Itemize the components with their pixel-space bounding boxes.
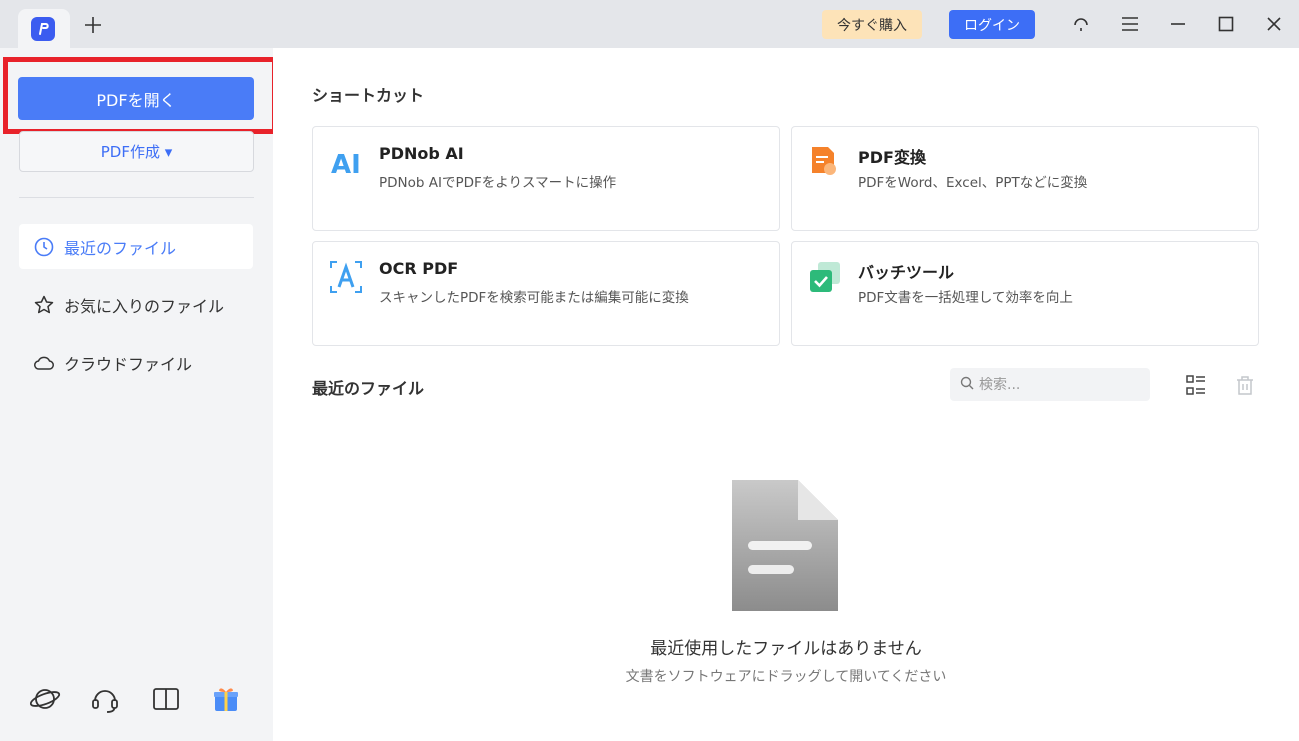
shortcut-card-batch[interactable]: バッチツール PDF文書を一括処理して効率を向上 [791, 241, 1259, 346]
app-logo-icon [31, 17, 55, 41]
main-panel: ショートカット AI PDNob AI PDNob AIでPDFをよりスマートに… [273, 48, 1299, 741]
shortcut-card-ai[interactable]: AI PDNob AI PDNob AIでPDFをよりスマートに操作 [312, 126, 780, 231]
maximize-icon[interactable] [1214, 12, 1238, 36]
sidebar-item-label: 最近のファイル [64, 238, 177, 258]
create-pdf-dropdown[interactable]: PDF作成 ▾ [19, 131, 254, 172]
trash-icon[interactable] [1234, 374, 1256, 396]
buy-now-button[interactable]: 今すぐ購入 [822, 10, 922, 39]
batch-icon [808, 260, 842, 294]
gift-icon[interactable] [209, 682, 243, 716]
sidebar-item-favorites[interactable]: お気に入りのファイル [19, 282, 253, 327]
support-icon[interactable] [1069, 12, 1093, 36]
cloud-icon [33, 352, 55, 374]
title-bar: 今すぐ購入 ログイン [0, 0, 1299, 48]
card-title: PDNob AI [379, 144, 464, 163]
ocr-icon [329, 260, 363, 294]
card-description: スキャンしたPDFを検索可能または編集可能に変換 [379, 290, 689, 306]
tab-home[interactable] [18, 9, 70, 48]
sidebar: PDFを開く PDF作成 ▾ 最近のファイル お気に入りのファイル クラウドファ… [0, 48, 277, 741]
search-box[interactable] [950, 368, 1150, 401]
headset-icon[interactable] [88, 682, 122, 716]
menu-icon[interactable] [1118, 12, 1142, 36]
svg-text:AI: AI [331, 150, 361, 179]
card-title: OCR PDF [379, 259, 459, 278]
minimize-icon[interactable] [1166, 12, 1190, 36]
empty-state-title: 最近使用したファイルはありません [650, 639, 922, 659]
card-description: PDF文書を一括処理して効率を向上 [858, 290, 1073, 306]
card-title: バッチツール [858, 263, 955, 282]
star-icon [33, 294, 55, 316]
list-view-icon[interactable] [1185, 374, 1207, 396]
ai-icon: AI [329, 145, 363, 180]
planet-icon[interactable] [28, 682, 62, 716]
search-input[interactable] [979, 376, 1139, 393]
close-icon[interactable] [1262, 12, 1286, 36]
login-button[interactable]: ログイン [949, 10, 1035, 39]
sidebar-item-cloud[interactable]: クラウドファイル [19, 340, 253, 385]
shortcut-card-ocr[interactable]: OCR PDF スキャンしたPDFを検索可能または編集可能に変換 [312, 241, 780, 346]
book-icon[interactable] [149, 682, 183, 716]
recent-files-title: 最近のファイル [312, 379, 425, 398]
shortcut-card-convert[interactable]: PDF変換 PDFをWord、Excel、PPTなどに変換 [791, 126, 1259, 231]
sidebar-divider [19, 197, 254, 198]
card-description: PDFをWord、Excel、PPTなどに変換 [858, 175, 1088, 191]
sidebar-item-label: お気に入りのファイル [64, 296, 225, 316]
sidebar-item-label: クラウドファイル [64, 354, 193, 374]
highlight-box [3, 57, 277, 134]
empty-document-icon [732, 480, 838, 611]
shortcuts-title: ショートカット [312, 86, 425, 105]
card-description: PDNob AIでPDFをよりスマートに操作 [379, 175, 617, 191]
search-icon [960, 375, 974, 394]
empty-state-subtitle: 文書をソフトウェアにドラッグして開いてください [625, 669, 947, 685]
convert-icon [808, 145, 842, 179]
card-title: PDF変換 [858, 148, 926, 167]
sidebar-item-recent[interactable]: 最近のファイル [19, 224, 253, 269]
new-tab-button[interactable] [82, 14, 104, 36]
clock-icon [33, 236, 55, 258]
